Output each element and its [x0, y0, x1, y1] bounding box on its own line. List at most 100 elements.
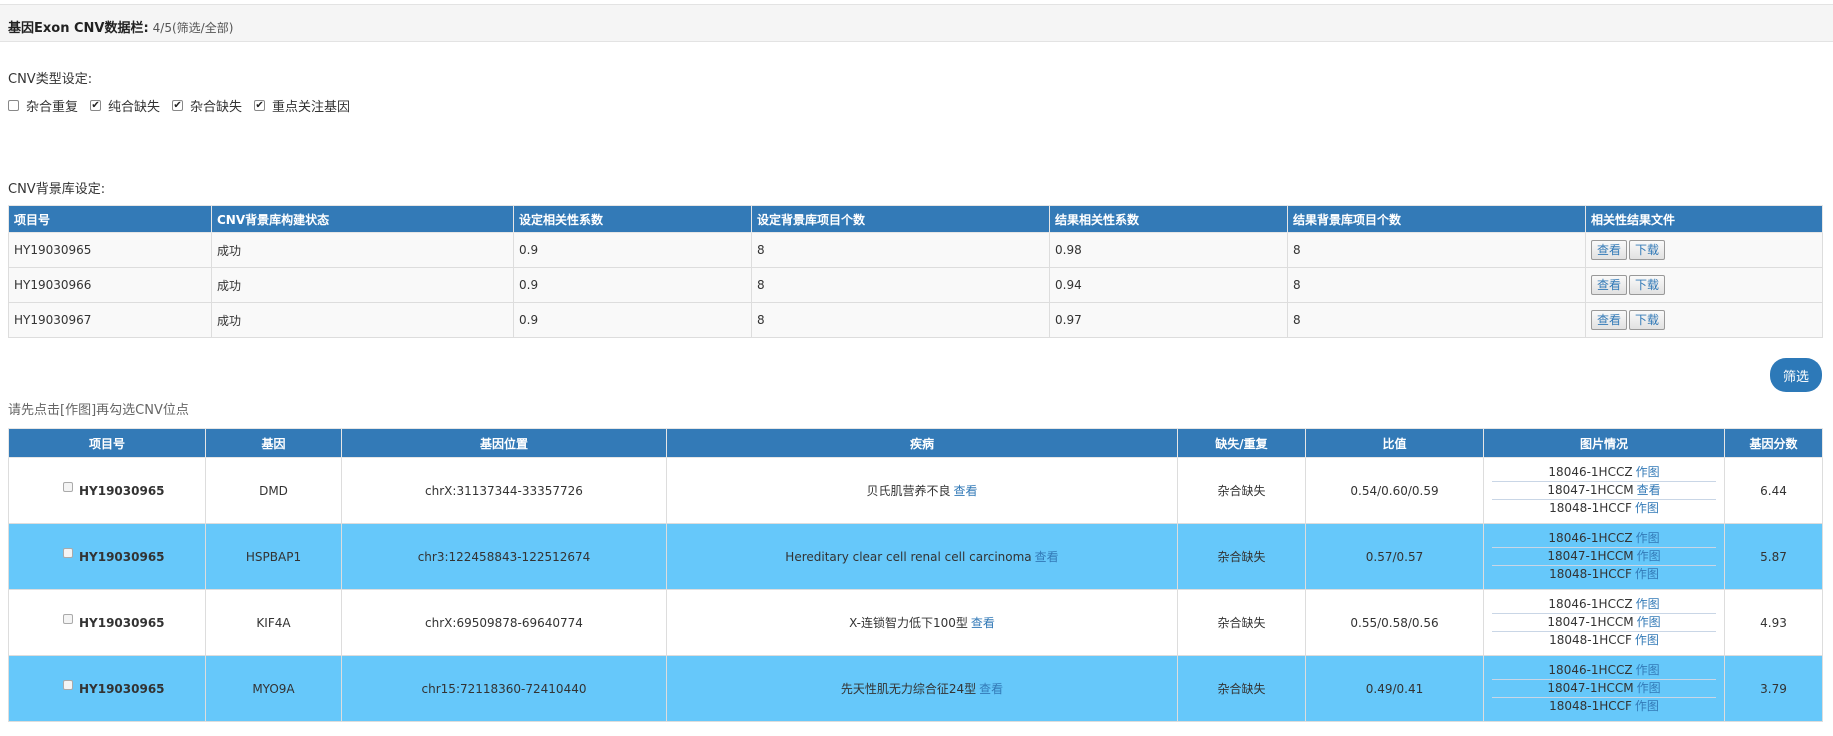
view-link[interactable]: 查看	[954, 484, 978, 498]
cnv-type-option-label: 杂合重复	[26, 100, 79, 115]
view-button[interactable]: 查看	[1591, 310, 1628, 330]
cell: 8	[1287, 232, 1586, 268]
table-row: HY19030965 DMD chrX:31137344-33357726 贝氏…	[8, 457, 1823, 524]
ratio-cell: 0.54/0.60/0.59	[1305, 457, 1484, 524]
cell: 成功	[211, 232, 514, 268]
ratio-cell: 0.55/0.58/0.56	[1305, 589, 1484, 656]
image-id: 18048-1HCCF	[1549, 633, 1632, 647]
table-row: HY19030965 MYO9A chr15:72118360-72410440…	[8, 655, 1823, 722]
type-cell: 杂合缺失	[1177, 457, 1306, 524]
disease-name: X-连锁智力低下100型	[849, 616, 968, 630]
column-header: 缺失/重复	[1177, 428, 1306, 458]
type-cell: 杂合缺失	[1177, 523, 1306, 590]
position-cell: chr15:72118360-72410440	[341, 655, 667, 722]
image-action-link[interactable]: 作图	[1635, 699, 1659, 713]
panel-title-text: 基因Exon CNV数据栏:	[8, 21, 149, 36]
image-item: 18048-1HCCF 作图	[1492, 632, 1716, 649]
view-link[interactable]: 查看	[979, 682, 1003, 696]
image-list: 18046-1HCCZ 作图 18047-1HCCM 查看 18048-1HCCF 作…	[1492, 464, 1716, 517]
type-cell: 杂合缺失	[1177, 655, 1306, 722]
view-link[interactable]: 查看	[1035, 550, 1059, 564]
panel-count: 4/5(筛选/全部)	[152, 21, 234, 35]
image-item: 18047-1HCCM 作图	[1492, 614, 1716, 632]
disease-cell: Hereditary clear cell renal cell carcino…	[666, 523, 1178, 590]
image-item: 18047-1HCCM 查看	[1492, 482, 1716, 500]
score-cell: 6.44	[1724, 457, 1823, 524]
checkbox-1[interactable]: ✔	[90, 100, 102, 111]
image-action-link[interactable]: 作图	[1636, 531, 1660, 545]
panel-title: 基因Exon CNV数据栏: 4/5(筛选/全部)	[8, 17, 233, 36]
disease-name: Hereditary clear cell renal cell carcino…	[785, 550, 1032, 564]
image-list: 18046-1HCCZ 作图 18047-1HCCM 作图 18048-1HCCF 作…	[1492, 596, 1716, 649]
gene-cell: KIF4A	[205, 589, 342, 656]
cell: HY19030965	[8, 232, 212, 268]
row-checkbox[interactable]	[63, 680, 73, 690]
image-action-link[interactable]: 作图	[1637, 549, 1661, 563]
image-action-link[interactable]: 作图	[1636, 597, 1660, 611]
image-action-link[interactable]: 作图	[1635, 501, 1659, 515]
images-cell: 18046-1HCCZ 作图 18047-1HCCM 作图 18048-1HCCF 作…	[1483, 589, 1725, 656]
project-id: HY19030965	[79, 549, 165, 564]
checkbox-3[interactable]: ✔	[254, 100, 266, 111]
column-header: 基因位置	[341, 428, 667, 458]
disease-name: 先天性肌无力综合征24型	[840, 682, 977, 696]
row-checkbox[interactable]	[63, 614, 73, 624]
image-id: 18046-1HCCZ	[1548, 663, 1633, 677]
checkbox-2[interactable]: ✔	[172, 100, 184, 111]
images-cell: 18046-1HCCZ 作图 18047-1HCCM 查看 18048-1HCCF 作…	[1483, 457, 1725, 524]
table-row: HY19030965 KIF4A chrX:69509878-69640774 …	[8, 589, 1823, 656]
image-item: 18046-1HCCZ 作图	[1492, 662, 1716, 680]
ratio-cell: 0.57/0.57	[1305, 523, 1484, 590]
table-row: HY19030965 成功 0.9 8 0.98 8 查看 下载	[8, 232, 1823, 268]
download-button[interactable]: 下载	[1629, 240, 1666, 260]
image-item: 18047-1HCCM 作图	[1492, 680, 1716, 698]
column-header: CNV背景库构建状态	[211, 205, 514, 233]
hint-text: 请先点击[作图]再勾选CNV位点	[8, 403, 189, 418]
column-header: 基因分数	[1724, 428, 1823, 458]
image-action-link[interactable]: 查看	[1637, 483, 1661, 497]
column-header: 设定相关性系数	[513, 205, 752, 233]
cnv-type-label: CNV类型设定:	[8, 72, 93, 87]
image-action-link[interactable]: 作图	[1636, 465, 1660, 479]
image-action-link[interactable]: 作图	[1637, 681, 1661, 695]
view-button[interactable]: 查看	[1591, 275, 1628, 295]
gene-cell: DMD	[205, 457, 342, 524]
images-cell: 18046-1HCCZ 作图 18047-1HCCM 作图 18048-1HCCF 作…	[1483, 523, 1725, 590]
view-button[interactable]: 查看	[1591, 240, 1628, 260]
column-header: 基因	[205, 428, 342, 458]
image-action-link[interactable]: 作图	[1635, 567, 1659, 581]
download-button[interactable]: 下载	[1629, 310, 1666, 330]
image-action-link[interactable]: 作图	[1636, 663, 1660, 677]
cell: 0.97	[1049, 302, 1288, 338]
image-item: 18048-1HCCF 作图	[1492, 566, 1716, 583]
cell: 8	[751, 267, 1050, 303]
column-header: 疾病	[666, 428, 1178, 458]
cell: 查看 下载	[1585, 302, 1823, 338]
view-link[interactable]: 查看	[971, 616, 995, 630]
row-checkbox[interactable]	[63, 482, 73, 492]
row-checkbox[interactable]	[63, 548, 73, 558]
project-id: HY19030965	[79, 681, 165, 696]
checkbox-0[interactable]	[8, 100, 19, 111]
filter-button[interactable]: 筛选	[1770, 358, 1822, 392]
project-cell: HY19030965	[8, 523, 206, 590]
disease-cell: 先天性肌无力综合征24型 查看	[666, 655, 1178, 722]
column-header: 项目号	[8, 205, 212, 233]
position-cell: chr3:122458843-122512674	[341, 523, 667, 590]
project-cell: HY19030965	[8, 457, 206, 524]
cnv-type-options: 杂合重复 ✔ 纯合缺失 ✔ 杂合缺失 ✔ 重点关注基因	[8, 96, 362, 115]
table-row: HY19030965 HSPBAP1 chr3:122458843-122512…	[8, 523, 1823, 590]
image-action-link[interactable]: 作图	[1637, 615, 1661, 629]
cell: 查看 下载	[1585, 267, 1823, 303]
image-action-link[interactable]: 作图	[1635, 633, 1659, 647]
cell: 8	[751, 302, 1050, 338]
disease-cell: X-连锁智力低下100型 查看	[666, 589, 1178, 656]
image-item: 18046-1HCCZ 作图	[1492, 464, 1716, 482]
download-button[interactable]: 下载	[1629, 275, 1666, 295]
cell: 8	[1287, 302, 1586, 338]
image-id: 18048-1HCCF	[1549, 567, 1632, 581]
image-id: 18047-1HCCM	[1547, 549, 1634, 563]
score-cell: 3.79	[1724, 655, 1823, 722]
cell: 0.94	[1049, 267, 1288, 303]
image-id: 18048-1HCCF	[1549, 501, 1632, 515]
